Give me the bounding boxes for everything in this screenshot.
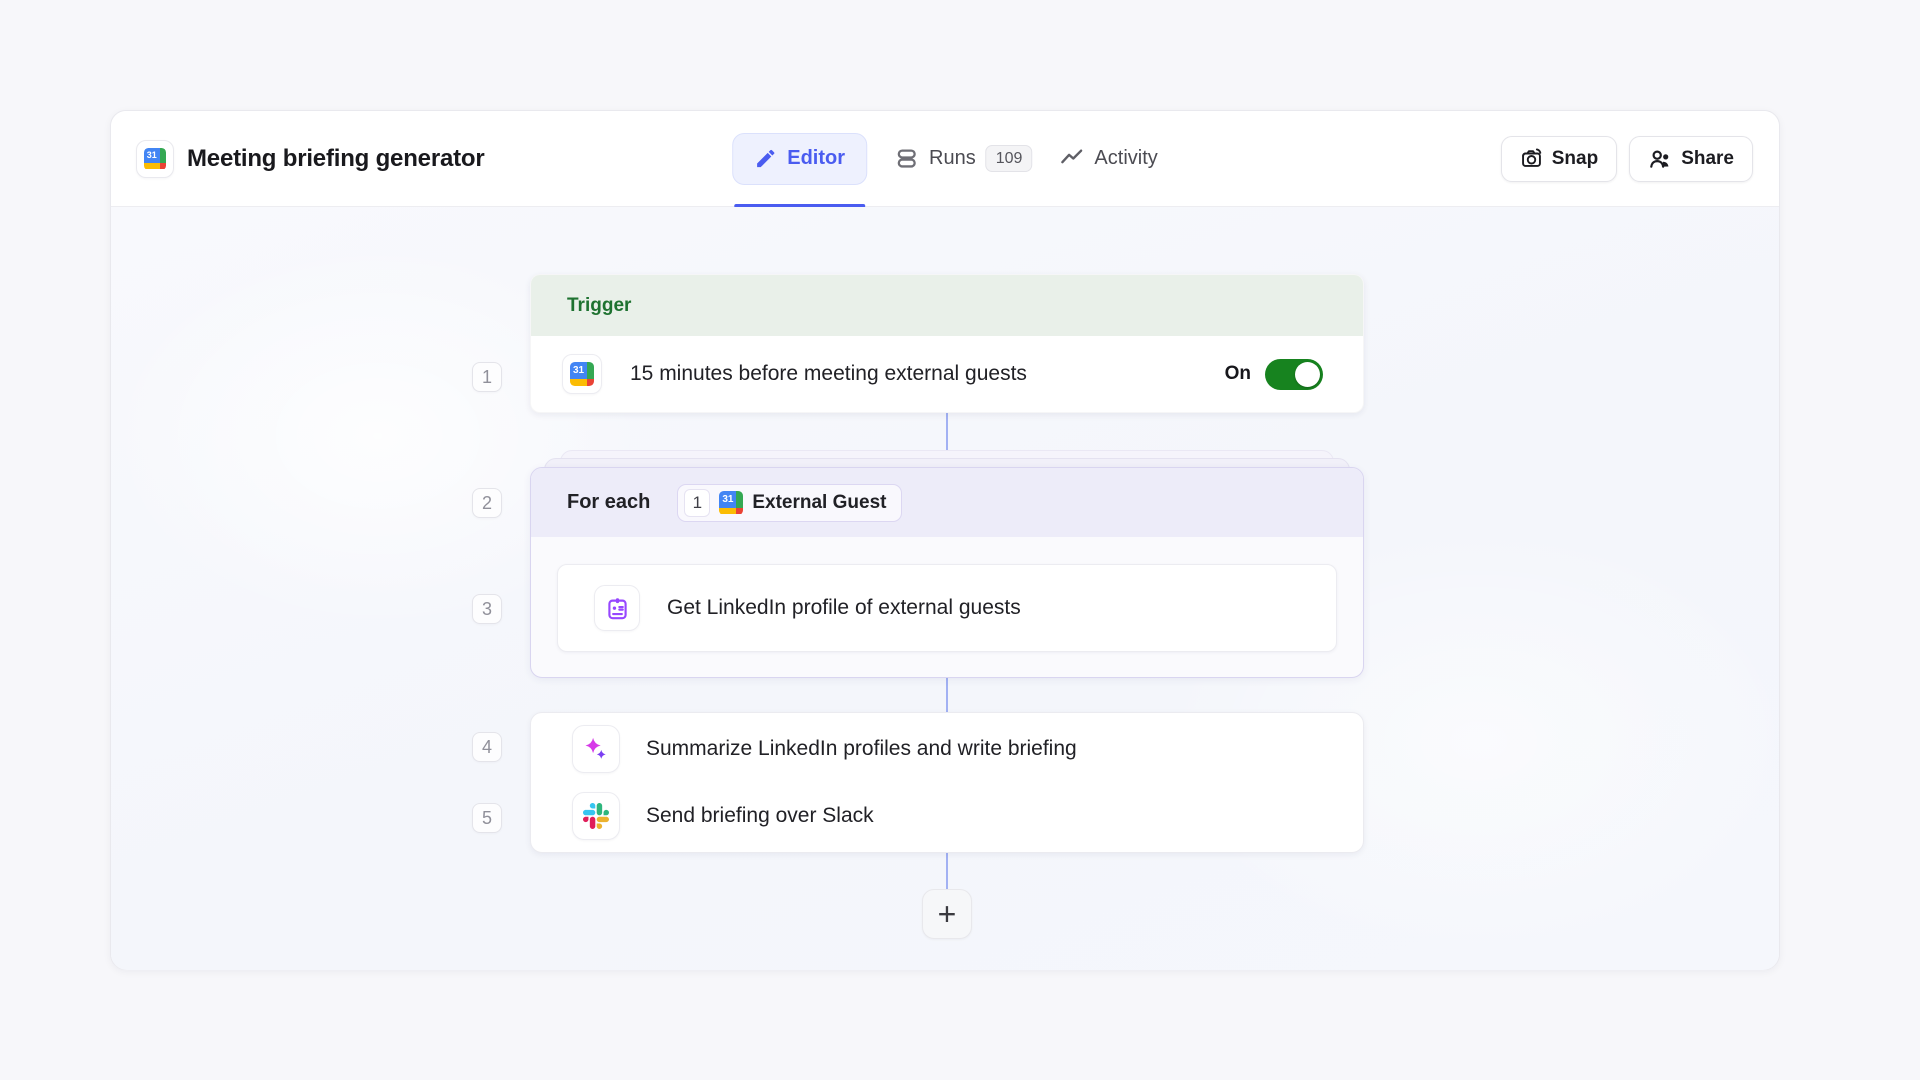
trigger-icon-box: 31 <box>562 354 602 394</box>
step-number-4: 4 <box>472 732 502 762</box>
slack-icon <box>583 803 609 829</box>
trigger-card: Trigger 31 15 minutes before meeting ext… <box>530 274 1364 413</box>
add-step-button[interactable]: + <box>922 889 972 939</box>
step-number-1: 1 <box>472 362 502 392</box>
workflow-window: 31 Meeting briefing generator Editor Run… <box>110 110 1780 970</box>
sparkles-icon <box>582 735 610 763</box>
step-number-2: 2 <box>472 488 502 518</box>
app-icon: 31 <box>136 140 174 178</box>
pencil-icon <box>754 147 777 170</box>
share-button-label: Share <box>1681 148 1734 170</box>
trigger-section-header: Trigger <box>531 275 1363 336</box>
tab-bar: Editor Runs 109 Activity <box>732 111 1158 206</box>
step-icon-box <box>594 585 640 631</box>
camera-icon <box>1520 147 1543 170</box>
step-linkedin-title: Get LinkedIn profile of external guests <box>667 596 1021 620</box>
step-icon-box <box>572 725 620 773</box>
step-summarize-row[interactable]: Summarize LinkedIn profiles and write br… <box>531 717 1363 781</box>
step-slack-title: Send briefing over Slack <box>646 804 874 828</box>
step-icon-box <box>572 792 620 840</box>
google-calendar-icon: 31 <box>144 148 166 170</box>
runs-count-badge: 109 <box>986 145 1033 172</box>
step-linkedin-row[interactable]: Get LinkedIn profile of external guests <box>557 564 1337 652</box>
connector-line <box>946 678 948 714</box>
google-calendar-icon: 31 <box>719 491 743 515</box>
tab-activity-label: Activity <box>1094 147 1157 170</box>
snap-button[interactable]: Snap <box>1501 136 1617 182</box>
tab-runs-label: Runs <box>929 147 976 170</box>
step-slack-row[interactable]: Send briefing over Slack <box>531 784 1363 848</box>
header-actions: Snap Share <box>1501 136 1753 182</box>
share-button[interactable]: Share <box>1629 136 1753 182</box>
trigger-step-row[interactable]: 31 15 minutes before meeting external gu… <box>531 336 1363 412</box>
id-badge-icon <box>604 595 631 622</box>
foreach-loop-wrap: For each 1 31 External Guest <box>530 467 1364 678</box>
workflow-canvas: 1 2 3 4 5 Trigger 31 15 minutes before m… <box>111 207 1779 970</box>
foreach-label: For each <box>567 491 650 514</box>
stack-icon <box>894 146 919 171</box>
foreach-item-pill[interactable]: 1 31 External Guest <box>677 484 902 522</box>
tab-activity[interactable]: Activity <box>1059 146 1157 171</box>
people-icon <box>1648 147 1672 171</box>
trigger-title: 15 minutes before meeting external guest… <box>630 362 1027 386</box>
step-number-5: 5 <box>472 803 502 833</box>
trigger-toggle[interactable] <box>1265 359 1323 390</box>
step-number-3: 3 <box>472 594 502 624</box>
toggle-label: On <box>1225 363 1251 385</box>
foreach-count: 1 <box>684 489 710 517</box>
toggle-knob <box>1295 362 1320 387</box>
foreach-card: For each 1 31 External Guest <box>530 467 1364 678</box>
trigger-section-label: Trigger <box>567 295 631 317</box>
tab-editor-label: Editor <box>787 147 845 170</box>
tab-editor[interactable]: Editor <box>732 133 867 185</box>
steps-card: Summarize LinkedIn profiles and write br… <box>530 712 1364 853</box>
tab-runs[interactable]: Runs 109 <box>894 145 1032 172</box>
header: 31 Meeting briefing generator Editor Run… <box>111 111 1779 207</box>
google-calendar-icon: 31 <box>570 362 594 386</box>
connector-line <box>946 851 948 891</box>
foreach-header[interactable]: For each 1 31 External Guest <box>531 468 1363 537</box>
page-title[interactable]: Meeting briefing generator <box>187 145 485 173</box>
activity-line-icon <box>1059 146 1084 171</box>
snap-button-label: Snap <box>1552 148 1598 170</box>
foreach-item-label: External Guest <box>752 492 886 514</box>
header-left: 31 Meeting briefing generator <box>136 140 485 178</box>
step-summarize-title: Summarize LinkedIn profiles and write br… <box>646 737 1077 761</box>
